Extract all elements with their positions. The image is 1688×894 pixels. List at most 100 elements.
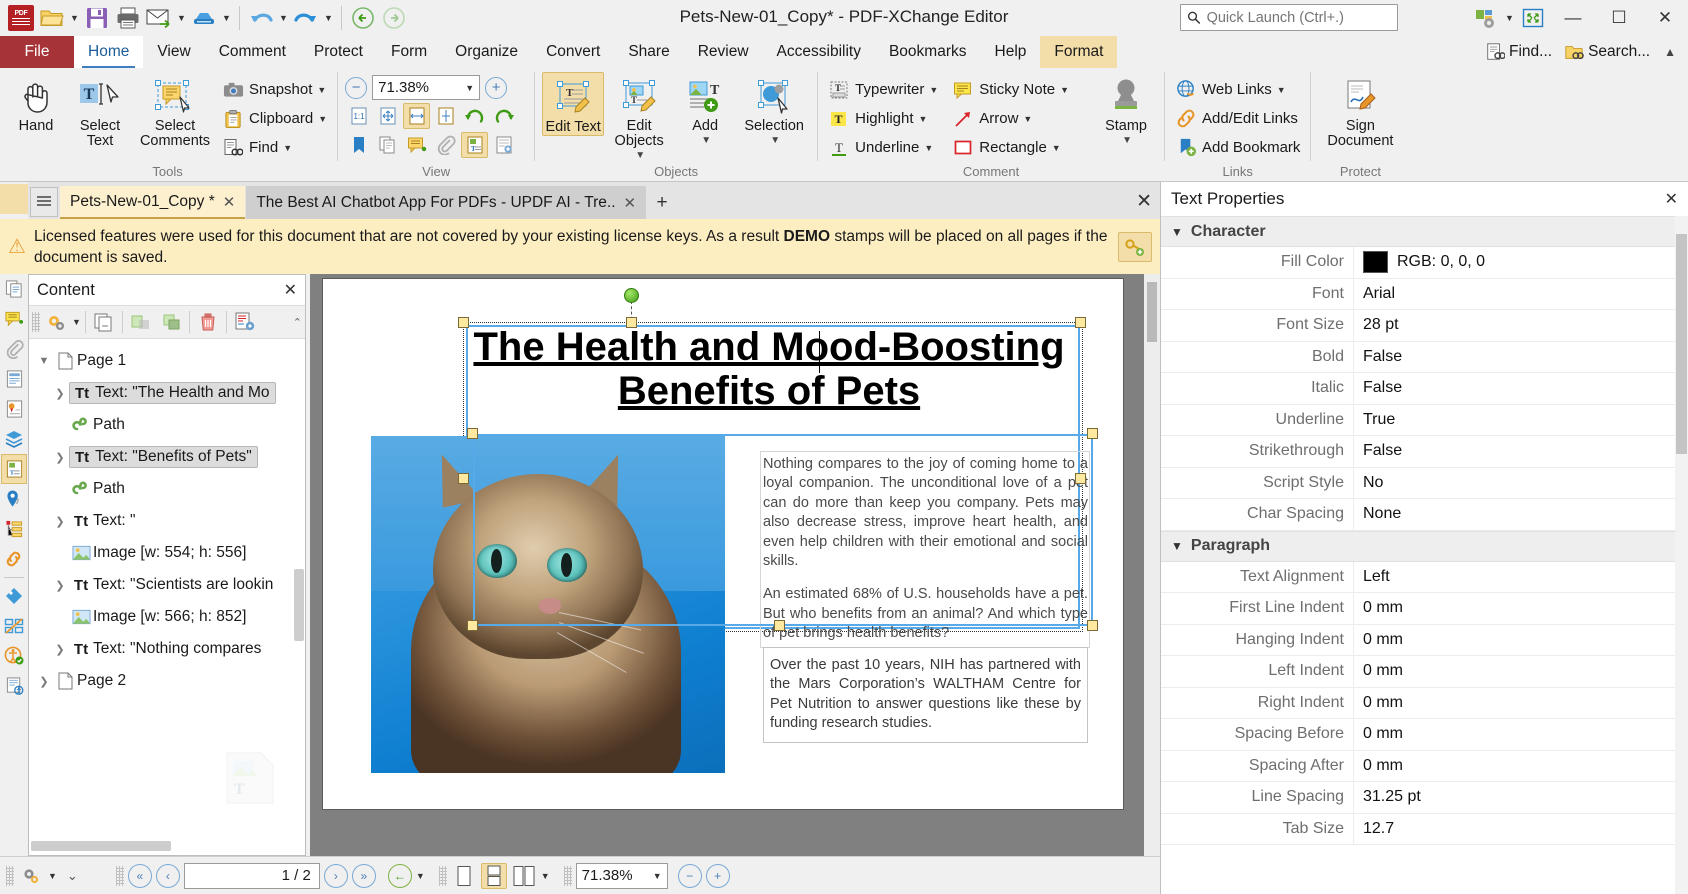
stamp-button[interactable]: Stamp ▼ — [1095, 72, 1157, 146]
sticky-note-dropdown-icon[interactable]: ▼ — [1060, 85, 1069, 95]
menu-tab-comment[interactable]: Comment — [205, 36, 300, 68]
status-settings-icon[interactable] — [18, 863, 44, 889]
property-value[interactable]: No — [1353, 467, 1688, 498]
body-handle-bottom-center[interactable] — [774, 620, 785, 631]
zoom-combo[interactable]: 71.38% ▼ — [372, 75, 481, 100]
view-mode-dropdown-icon[interactable]: ▼ — [541, 871, 550, 881]
toolbar-grip[interactable] — [32, 312, 40, 332]
property-value[interactable]: False — [1353, 436, 1688, 467]
comments-pane-icon[interactable] — [403, 132, 430, 158]
menu-tab-form[interactable]: Form — [377, 36, 441, 68]
menu-tab-convert[interactable]: Convert — [532, 36, 614, 68]
options-dropdown-icon[interactable]: ▼ — [72, 317, 81, 327]
rectangle-dropdown-icon[interactable]: ▼ — [1052, 143, 1061, 153]
edit-objects-button[interactable]: T Edit Objects ▼ — [606, 72, 672, 161]
previous-view-icon[interactable] — [348, 3, 378, 33]
expander-icon[interactable]: ❯ — [51, 579, 69, 592]
property-value[interactable]: False — [1353, 373, 1688, 404]
rotate-view-icon[interactable] — [461, 103, 488, 129]
arrow-dropdown-icon[interactable]: ▼ — [1023, 114, 1032, 124]
status-zoom-in-button[interactable]: + — [705, 863, 730, 888]
menu-tab-organize[interactable]: Organize — [441, 36, 532, 68]
property-value[interactable]: 0 mm — [1353, 593, 1688, 624]
actual-size-icon[interactable]: 1:1 — [345, 103, 372, 129]
expander-icon[interactable]: ❯ — [51, 387, 69, 400]
new-tab-button[interactable]: + — [647, 186, 677, 219]
tree-item-page-1[interactable]: ▼ Page 1 — [29, 345, 305, 377]
web-links-button[interactable]: Web Links ▼ — [1172, 76, 1303, 103]
redo-view-icon[interactable] — [490, 103, 517, 129]
delete-icon[interactable] — [194, 308, 222, 336]
properties-close-icon[interactable]: ✕ — [1665, 189, 1678, 209]
tree-item-image-1[interactable]: Image [w: 554; h: 556] — [29, 537, 305, 569]
property-value[interactable]: Left — [1353, 561, 1688, 592]
zoom-out-button[interactable]: − — [345, 76, 368, 99]
measurement-icon[interactable] — [1, 611, 27, 641]
typewriter-dropdown-icon[interactable]: ▼ — [929, 85, 938, 95]
property-row-right-indent[interactable]: Right Indent 0 mm — [1161, 687, 1688, 719]
content-pane-icon[interactable]: T — [461, 132, 489, 158]
status-grip-4[interactable] — [563, 865, 572, 886]
fill-color-swatch[interactable] — [1363, 251, 1388, 274]
menu-tab-file[interactable]: File — [0, 36, 74, 68]
rectangle-button[interactable]: Rectangle ▼ — [949, 134, 1072, 161]
menu-tab-view[interactable]: View — [143, 36, 204, 68]
email-dropdown-icon[interactable]: ▼ — [175, 3, 188, 33]
two-page-view-icon[interactable] — [511, 863, 537, 889]
property-row-font-size[interactable]: Font Size 28 pt — [1161, 310, 1688, 342]
tree-item-text-nothing[interactable]: ❯ Tt Text: "Nothing compares — [29, 633, 305, 665]
arrow-button[interactable]: Arrow ▼ — [949, 105, 1072, 132]
property-row-line-spacing[interactable]: Line Spacing 31.25 pt — [1161, 782, 1688, 814]
attachments-pane-icon[interactable] — [432, 132, 459, 158]
customize-dropdown-icon[interactable]: ▼ — [1503, 3, 1516, 33]
comments-icon[interactable] — [1, 304, 27, 334]
status-expand-icon[interactable]: ⌄ — [61, 868, 84, 884]
edit-objects-dropdown-icon[interactable]: ▼ — [635, 150, 645, 161]
zoom-in-button[interactable]: + — [485, 76, 508, 99]
quick-launch-input[interactable] — [1206, 9, 1391, 26]
property-value[interactable]: 12.7 — [1353, 813, 1688, 844]
zoom-chevron-down-icon[interactable]: ▼ — [653, 871, 662, 881]
web-links-dropdown-icon[interactable]: ▼ — [1277, 85, 1286, 95]
property-value[interactable]: True — [1353, 404, 1688, 435]
fit-width-icon[interactable] — [403, 103, 431, 129]
attachments-icon[interactable] — [1, 334, 27, 364]
sign-document-button[interactable]: Sign Document — [1318, 72, 1402, 149]
move-down-icon[interactable] — [157, 308, 185, 336]
property-value[interactable]: 28 pt — [1353, 310, 1688, 341]
single-page-view-icon[interactable] — [451, 863, 477, 889]
hand-tool-button[interactable]: Hand — [5, 72, 67, 134]
continuous-view-icon[interactable] — [480, 862, 507, 889]
property-row-text-alignment[interactable]: Text Alignment Left — [1161, 561, 1688, 593]
tree-item-text-empty[interactable]: ❯ Tt Text: " — [29, 505, 305, 537]
document-tab-1[interactable]: The Best AI Chatbot App For PDFs - UPDF … — [246, 186, 647, 219]
chevron-down-icon[interactable]: ▼ — [465, 83, 474, 93]
menu-tab-accessibility[interactable]: Accessibility — [763, 36, 875, 68]
scan-icon[interactable] — [189, 3, 219, 33]
resize-handle-middle-left[interactable] — [458, 473, 469, 484]
tab-list-menu-icon[interactable] — [30, 187, 58, 217]
character-group-header[interactable]: ▼ Character — [1161, 216, 1688, 247]
property-row-spacing-before[interactable]: Spacing Before 0 mm — [1161, 719, 1688, 751]
property-row-first-line-indent[interactable]: First Line Indent 0 mm — [1161, 593, 1688, 625]
properties-scroll-thumb[interactable] — [1676, 234, 1687, 454]
expander-icon[interactable]: ❯ — [51, 515, 69, 528]
go-back-button[interactable]: ← — [387, 863, 412, 888]
first-page-button[interactable]: « — [127, 863, 152, 888]
next-view-icon[interactable] — [379, 3, 409, 33]
document-tab-0[interactable]: Pets-New-01_Copy * ✕ — [60, 186, 246, 219]
tree-item-image-2[interactable]: Image [w: 566; h: 852] — [29, 601, 305, 633]
undo-dropdown-icon[interactable]: ▼ — [277, 3, 290, 33]
email-icon[interactable] — [144, 3, 174, 33]
resize-handle-top-center[interactable] — [626, 317, 637, 328]
menu-tab-home[interactable]: Home — [74, 36, 144, 68]
property-row-italic[interactable]: Italic False — [1161, 373, 1688, 405]
maximize-button[interactable]: ☐ — [1596, 0, 1642, 36]
save-file-icon[interactable] — [82, 3, 112, 33]
menu-tab-help[interactable]: Help — [981, 36, 1041, 68]
search-button[interactable]: Search... — [1560, 42, 1654, 62]
layers-icon[interactable] — [1, 424, 27, 454]
open-file-icon[interactable] — [37, 3, 67, 33]
selection-button[interactable]: Selection ▼ — [738, 72, 810, 146]
document-tab-1-close-icon[interactable]: ✕ — [624, 194, 637, 212]
